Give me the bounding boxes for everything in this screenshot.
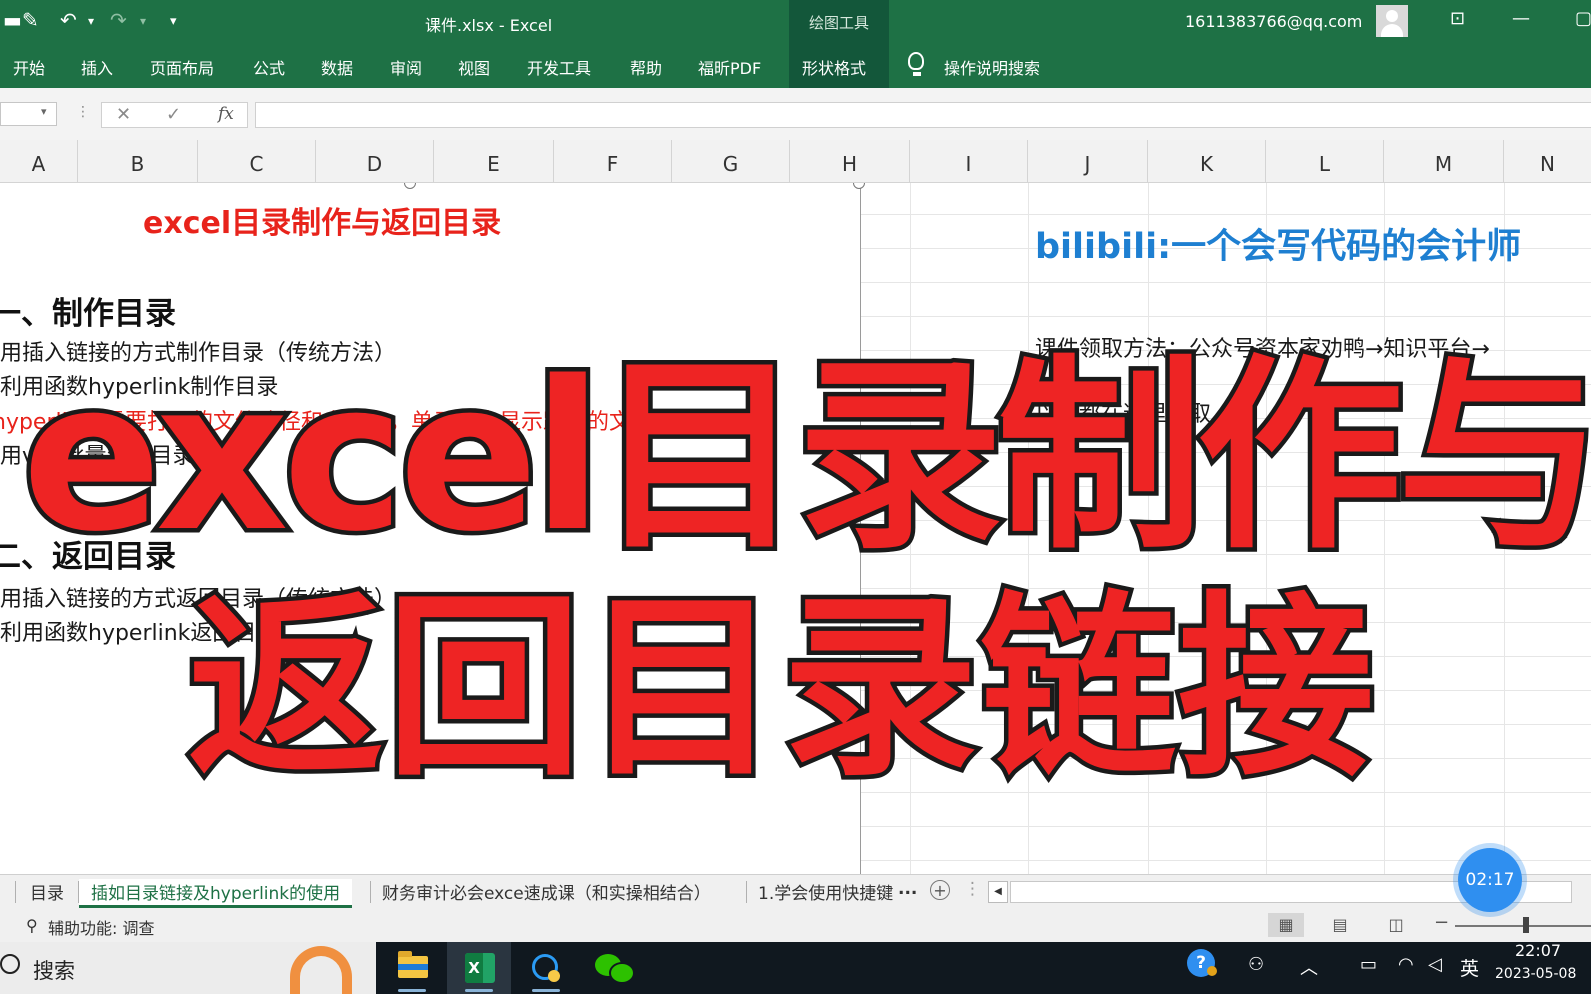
column-header[interactable]: M xyxy=(1384,140,1504,182)
status-bar: ⚲ 辅助功能: 调查 ▦ ▤ ◫ − xyxy=(0,908,1591,942)
column-headers: A B C D E F G H I J K L M N xyxy=(0,140,1591,183)
tell-me-search[interactable]: 操作说明搜索 xyxy=(944,55,1040,79)
taskbar-ime[interactable]: 英 xyxy=(1460,954,1479,981)
search-highlight-icon xyxy=(290,946,352,994)
tab-help[interactable]: 帮助 xyxy=(630,55,662,79)
zoom-out-icon[interactable]: − xyxy=(1434,912,1449,933)
sheet-tab[interactable]: 目录 xyxy=(30,879,64,905)
formula-input[interactable] xyxy=(255,102,1591,128)
accessibility-icon[interactable]: ⚲ xyxy=(26,916,38,935)
document-title: 课件.xlsx - Excel xyxy=(425,16,553,35)
sheet-tab-active[interactable]: 插如目录链接及hyperlink的使用 xyxy=(79,879,353,908)
column-header[interactable]: H xyxy=(790,140,910,182)
channel-name: bilibili:一个会写代码的会计师 xyxy=(1035,227,1522,267)
cancel-icon[interactable]: ✕ xyxy=(116,104,131,125)
column-header[interactable]: A xyxy=(0,140,78,182)
add-sheet-button[interactable]: + xyxy=(930,880,950,900)
people-icon[interactable]: ⚇ xyxy=(1248,954,1264,975)
taskbar: 搜索 X ? ⚇ ︿ ▭ ◠ ◁ 英 22:07 2023-05-08 xyxy=(0,941,1591,994)
overlay-caption-line2: 返回目录链接 xyxy=(183,571,1378,808)
name-box[interactable]: ▾ xyxy=(0,102,57,126)
sheet-title: excel目录制作与返回目录 xyxy=(143,206,502,241)
avatar[interactable] xyxy=(1376,5,1408,37)
recording-timer: 02:17 xyxy=(1458,848,1522,912)
formula-buttons: ✕ ✓ fx xyxy=(101,102,248,128)
taskbar-file-explorer[interactable] xyxy=(380,942,444,994)
restore-button[interactable]: ▢ xyxy=(1575,8,1591,29)
column-header[interactable]: C xyxy=(198,140,316,182)
taskbar-qq[interactable] xyxy=(514,942,578,994)
column-header[interactable]: K xyxy=(1148,140,1266,182)
tab-page-layout[interactable]: 页面布局 xyxy=(150,55,214,79)
customize-quick-access-button[interactable]: ▾ xyxy=(170,14,177,29)
ribbon-display-options-icon[interactable]: ⊡ xyxy=(1450,8,1465,29)
account-name[interactable]: 1611383766@qq.com xyxy=(1185,12,1362,31)
page-layout-view-icon[interactable]: ▤ xyxy=(1322,913,1358,937)
column-header[interactable]: J xyxy=(1028,140,1148,182)
taskbar-search-label: 搜索 xyxy=(33,959,75,983)
column-header[interactable]: I xyxy=(910,140,1028,182)
scroll-left-icon[interactable]: ◀ xyxy=(988,881,1008,903)
battery-icon[interactable]: ▭ xyxy=(1360,954,1377,975)
tab-developer[interactable]: 开发工具 xyxy=(527,55,591,79)
sheet-tabs-bar: 目录 插如目录链接及hyperlink的使用 财务审计必会exce速成课（和实操… xyxy=(0,874,1591,909)
column-header[interactable]: G xyxy=(672,140,790,182)
zoom-slider-thumb[interactable] xyxy=(1523,917,1529,933)
column-header[interactable]: B xyxy=(78,140,198,182)
column-header[interactable]: N xyxy=(1504,140,1591,182)
insert-function-icon[interactable]: fx xyxy=(218,104,234,124)
drawing-tools-group: 绘图工具 形状格式 xyxy=(789,0,889,88)
taskbar-wechat[interactable] xyxy=(581,942,645,994)
tab-shape-format[interactable]: 形状格式 xyxy=(802,55,866,79)
tab-review[interactable]: 审阅 xyxy=(390,55,422,79)
column-header[interactable]: F xyxy=(554,140,672,182)
tab-foxit-pdf[interactable]: 福昕PDF xyxy=(698,55,761,79)
drawing-tools-label: 绘图工具 xyxy=(808,14,869,32)
clock-time[interactable]: 22:07 xyxy=(1515,941,1561,960)
save-icon[interactable]: ▬ xyxy=(3,8,22,32)
sheet-tab[interactable]: 财务审计必会exce速成课（和实操相结合） xyxy=(382,879,711,905)
redo-button[interactable]: ↷ xyxy=(110,8,127,32)
formula-bar: ▾ ⋮ ✕ ✓ fx xyxy=(0,88,1591,140)
lightbulb-icon xyxy=(908,52,924,70)
clock-date[interactable]: 2023-05-08 xyxy=(1495,966,1576,982)
volume-icon[interactable]: ◁ xyxy=(1428,954,1442,975)
search-icon xyxy=(0,954,20,974)
minimize-button[interactable]: — xyxy=(1512,8,1530,29)
column-header[interactable]: D xyxy=(316,140,434,182)
normal-view-icon[interactable]: ▦ xyxy=(1268,913,1304,937)
more-sheets-button[interactable]: ... xyxy=(898,879,917,905)
tab-view[interactable]: 视图 xyxy=(458,55,490,79)
tab-data[interactable]: 数据 xyxy=(321,55,353,79)
sheet-tab[interactable]: 1.学会使用快捷键 xyxy=(758,879,893,905)
redo-dropdown-icon[interactable]: ▾ xyxy=(140,14,146,28)
tray-overflow-icon[interactable]: ︿ xyxy=(1300,954,1318,980)
taskbar-excel[interactable]: X xyxy=(447,942,511,994)
formula-bar-splitter[interactable]: ⋮ xyxy=(76,104,90,120)
tab-home[interactable]: 开始 xyxy=(13,55,45,79)
enter-icon[interactable]: ✓ xyxy=(166,104,181,125)
undo-dropdown-icon[interactable]: ▾ xyxy=(88,14,94,28)
taskbar-search-box[interactable]: 搜索 xyxy=(0,942,376,994)
column-header[interactable]: L xyxy=(1266,140,1384,182)
wifi-icon[interactable]: ◠ xyxy=(1398,954,1414,975)
undo-button[interactable]: ↶ xyxy=(60,8,77,32)
format-painter-icon[interactable]: ✎ xyxy=(22,8,39,32)
chevron-down-icon[interactable]: ▾ xyxy=(41,105,47,118)
page-break-preview-icon[interactable]: ◫ xyxy=(1378,913,1414,937)
accessibility-status[interactable]: 辅助功能: 调查 xyxy=(48,915,154,939)
tab-formulas[interactable]: 公式 xyxy=(253,55,285,79)
tab-insert[interactable]: 插入 xyxy=(81,55,113,79)
tab-splitter-icon[interactable]: ⋮ xyxy=(964,879,981,905)
column-header[interactable]: E xyxy=(434,140,554,182)
